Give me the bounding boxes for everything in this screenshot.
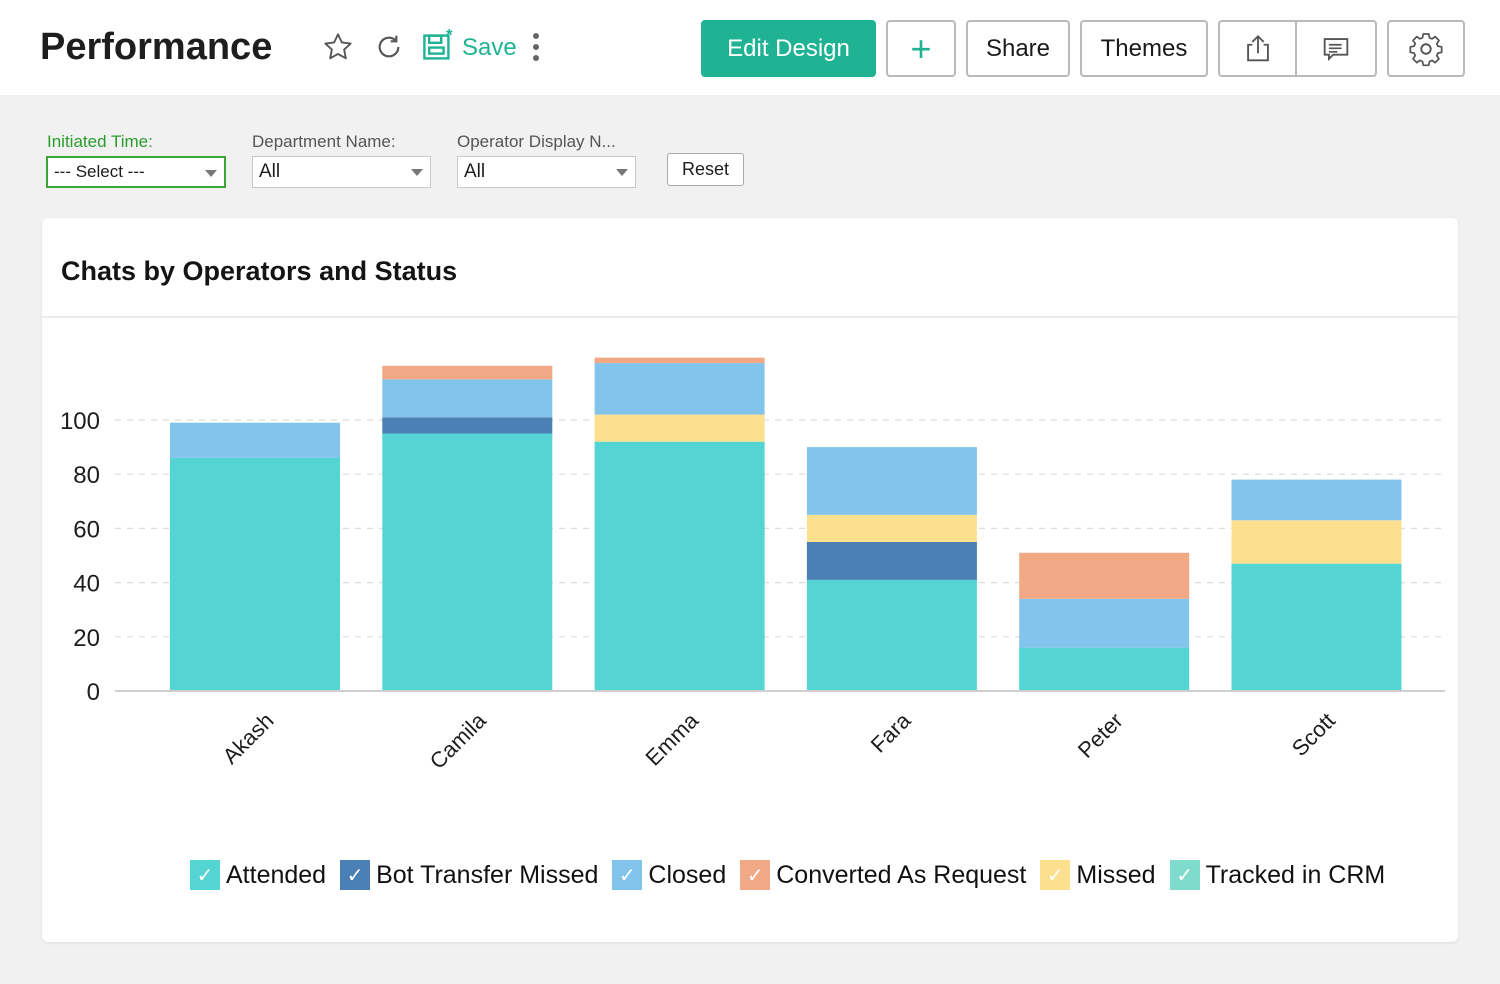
bar-segment-missed — [594, 414, 765, 442]
bar-segment-missed — [1231, 520, 1402, 564]
checkbox-check-icon[interactable]: ✓ — [1169, 860, 1200, 890]
bar-segment-converted-as-request — [594, 357, 765, 364]
y-tick-label: 40 — [73, 571, 100, 598]
x-tick-label: Camila — [425, 707, 492, 774]
legend-item-tracked-in-crm[interactable]: ✓ Tracked in CRM — [1169, 860, 1386, 890]
y-tick-label: 100 — [60, 408, 100, 435]
bar-segment-closed — [382, 379, 553, 418]
stacked-bar-chart: 0 20 40 60 80 100 Akash Camila Emma Fara Peter Scot… — [60, 357, 1445, 774]
bar-segment-bot-transfer-missed — [382, 417, 553, 434]
x-tick-label: Akash — [218, 708, 279, 769]
x-tick-label: Emma — [641, 707, 704, 770]
legend-label: Bot Transfer Missed — [376, 860, 599, 889]
bar-segment-closed — [170, 422, 340, 458]
bar-segment-closed — [594, 363, 765, 415]
bar-segment-attended — [1231, 563, 1402, 691]
legend-label: Attended — [226, 860, 327, 889]
legend-label: Missed — [1076, 860, 1156, 889]
legend-label: Converted As Request — [776, 860, 1027, 889]
legend-item-attended[interactable]: ✓ Attended — [190, 860, 326, 890]
checkbox-check-icon[interactable]: ✓ — [190, 860, 220, 890]
y-tick-label: 60 — [73, 516, 100, 543]
bar-segment-attended — [594, 441, 765, 691]
bar-segment-attended — [806, 579, 977, 691]
legend-label: Closed — [648, 860, 727, 889]
x-tick-label: Scott — [1287, 708, 1340, 761]
bar-segment-bot-transfer-missed — [806, 541, 977, 580]
checkbox-check-icon[interactable]: ✓ — [612, 860, 643, 890]
checkbox-check-icon[interactable]: ✓ — [740, 860, 771, 890]
legend-item-bot-transfer-missed[interactable]: ✓ Bot Transfer Missed — [340, 860, 598, 890]
legend-item-converted-as-request[interactable]: ✓ Converted As Request — [740, 860, 1026, 890]
legend-item-closed[interactable]: ✓ Closed — [612, 860, 726, 890]
legend-label: Tracked in CRM — [1205, 860, 1386, 889]
chart-legend: ✓ Attended ✓ Bot Transfer Missed ✓ Closed ✓ Con… — [190, 860, 1399, 890]
bar-segment-converted-as-request — [382, 365, 553, 380]
bar-segment-attended — [170, 457, 340, 691]
bar-segment-closed — [1019, 598, 1190, 648]
y-tick-label: 80 — [73, 462, 100, 489]
y-tick-label: 20 — [73, 625, 100, 652]
checkbox-check-icon[interactable]: ✓ — [340, 860, 371, 890]
bar-segment-attended — [382, 433, 553, 691]
bar-segment-closed — [806, 447, 977, 515]
legend-item-missed[interactable]: ✓ Missed — [1040, 860, 1156, 890]
y-tick-label: 0 — [87, 679, 100, 706]
bar-segment-converted-as-request — [1019, 552, 1190, 599]
bar-segment-missed — [806, 514, 977, 542]
bar-segment-attended — [1019, 647, 1190, 691]
checkbox-check-icon[interactable]: ✓ — [1040, 860, 1071, 890]
x-tick-label: Fara — [866, 707, 916, 757]
bar-segment-closed — [1231, 479, 1402, 521]
x-tick-label: Peter — [1073, 708, 1128, 763]
